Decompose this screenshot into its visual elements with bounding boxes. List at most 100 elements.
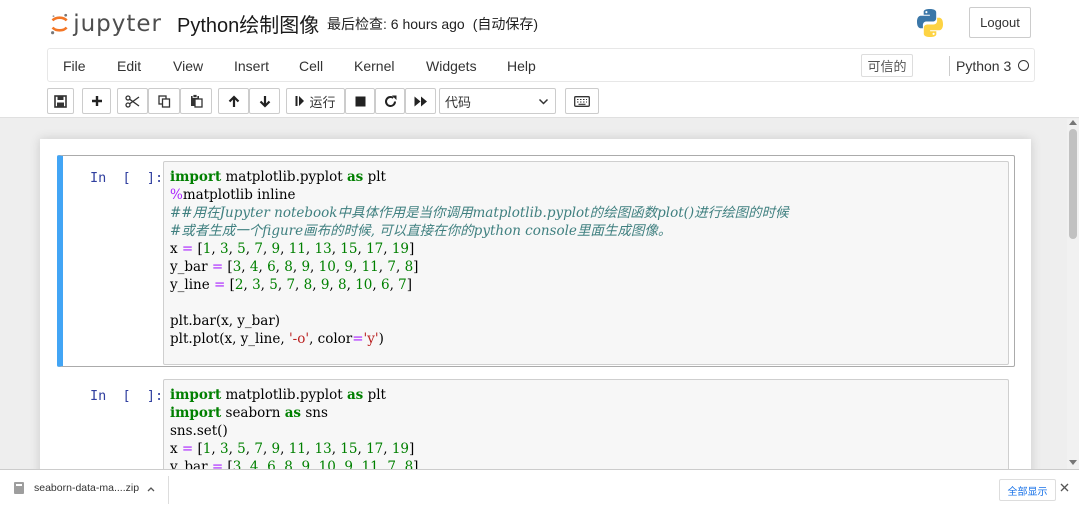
move-up-button[interactable]: [218, 88, 249, 114]
cut-button[interactable]: [117, 88, 148, 114]
code-token: 8: [404, 459, 414, 469]
run-button[interactable]: 运行: [286, 88, 345, 114]
arrow-down-icon: [259, 95, 270, 108]
code-token: as: [346, 169, 364, 185]
menu-view[interactable]: View: [173, 58, 203, 74]
menu-help[interactable]: Help: [507, 58, 536, 74]
code-token: ]: [413, 259, 419, 275]
plus-icon: [91, 96, 102, 106]
code-token: matplotlib inline: [182, 187, 296, 203]
stop-icon: [355, 96, 365, 106]
code-editor[interactable]: import matplotlib.pyplot as plt %matplotl…: [163, 161, 1009, 365]
code-token: ,: [357, 441, 367, 457]
notebook-name[interactable]: Python绘制图像: [177, 9, 319, 38]
code-cell[interactable]: In [ ]: import matplotlib.pyplot as plt i…: [57, 374, 1015, 469]
code-line: ##用在Jupyter notebook中具体作用是当你调用matplotlib…: [170, 204, 789, 222]
code-cell-selected[interactable]: In [ ]: import matplotlib.pyplot as plt%…: [57, 155, 1015, 367]
code-token: ): [378, 331, 384, 347]
code-token: ]: [413, 459, 419, 469]
code-token: ,: [305, 241, 315, 257]
keyboard-icon: [574, 95, 590, 107]
cell-type-select[interactable]: 代码: [439, 88, 556, 114]
code-token: ,: [331, 241, 341, 257]
checkpoint-label: 最后检查: 6 hours ago: [327, 16, 465, 32]
chevron-up-icon[interactable]: [147, 486, 155, 492]
code-line: import matplotlib.pyplot as plt: [170, 386, 386, 404]
trusted-indicator[interactable]: 可信的: [861, 54, 913, 77]
code-token: , color: [309, 331, 353, 347]
notebook-area[interactable]: In [ ]: import matplotlib.pyplot as plt%…: [0, 119, 1079, 469]
menu-kernel[interactable]: Kernel: [354, 58, 394, 74]
code-token: matplotlib.pyplot: [221, 387, 347, 403]
code-token: ,: [353, 459, 362, 469]
code-token: 3: [252, 277, 261, 293]
code-token: ,: [389, 277, 399, 293]
code-token: ,: [280, 241, 289, 257]
code-token: 8: [303, 277, 313, 293]
code-line: import seaborn as sns: [170, 404, 328, 422]
code-token: x: [170, 441, 182, 457]
code-line: x = [1, 3, 5, 7, 9, 11, 13, 15, 17, 19]: [170, 240, 414, 258]
close-icon[interactable]: [1060, 483, 1069, 492]
code-token: sns.set(): [170, 423, 228, 439]
scroll-up-arrow-icon[interactable]: [1069, 120, 1077, 125]
code-token: import: [170, 405, 222, 421]
logout-button[interactable]: Logout: [969, 7, 1031, 38]
menu-widgets[interactable]: Widgets: [426, 58, 477, 74]
code-editor[interactable]: import matplotlib.pyplot as plt import se…: [163, 379, 1009, 469]
jupyter-logo[interactable]: jupyter: [50, 8, 162, 40]
code-token: 3: [232, 259, 242, 275]
restart-icon: [384, 95, 396, 107]
code-line: y_bar = [3, 4, 6, 8, 9, 10, 9, 11, 7, 8]: [170, 258, 418, 276]
menu-cell[interactable]: Cell: [299, 58, 323, 74]
insert-cell-button[interactable]: [82, 88, 111, 114]
code-token: ]: [406, 277, 413, 293]
code-token: 17: [366, 241, 384, 257]
code-token: ,: [275, 259, 285, 275]
save-button[interactable]: [47, 88, 74, 114]
scroll-down-arrow-icon[interactable]: [1069, 460, 1077, 465]
paste-icon: [190, 94, 203, 108]
code-token: 11: [288, 441, 306, 457]
menu-edit[interactable]: Edit: [117, 58, 141, 74]
restart-button[interactable]: [375, 88, 405, 114]
code-token: =: [214, 277, 226, 293]
autosave-label: (自动保存): [472, 16, 539, 32]
code-token: matplotlib.pyplot: [221, 169, 347, 185]
code-token: 'y': [363, 331, 379, 347]
code-token: =: [181, 441, 194, 457]
scroll-thumb[interactable]: [1069, 129, 1077, 239]
code-token: ,: [395, 459, 405, 469]
kernel-name: Python 3: [956, 58, 1012, 74]
code-token: import: [170, 387, 222, 403]
code-token: 3: [219, 441, 229, 457]
restart-run-all-button[interactable]: [405, 88, 436, 114]
code-token: ,: [280, 441, 289, 457]
code-token: ,: [312, 277, 321, 293]
code-token: ,: [262, 241, 272, 257]
code-token: ,: [241, 459, 250, 469]
download-item[interactable]: seaborn-data-ma....zip: [14, 482, 139, 494]
menu-insert[interactable]: Insert: [234, 58, 269, 74]
code-token: 7: [398, 277, 407, 293]
interrupt-button[interactable]: [345, 88, 375, 114]
copy-button[interactable]: [148, 88, 180, 114]
notebook-header: jupyter Python绘制图像 最后检查: 6 hours ago (自动保…: [0, 0, 1079, 118]
copy-icon: [157, 94, 170, 108]
download-bar: seaborn-data-ma....zip 全部显示: [0, 469, 1079, 508]
menu-file[interactable]: File: [63, 58, 86, 74]
run-label: 运行: [309, 94, 336, 110]
code-token: 7: [254, 441, 263, 457]
vertical-scrollbar[interactable]: [1067, 119, 1079, 469]
jupyter-logo-icon: [51, 13, 68, 35]
code-token: ,: [241, 259, 250, 275]
show-all-button[interactable]: 全部显示: [999, 479, 1056, 501]
paste-button[interactable]: [180, 88, 212, 114]
move-down-button[interactable]: [249, 88, 280, 114]
command-palette-button[interactable]: [565, 88, 599, 114]
code-token: 7: [387, 259, 396, 275]
code-token: as: [284, 405, 302, 421]
code-token: ,: [228, 441, 238, 457]
code-token: plt.bar(x, y_bar): [170, 313, 281, 329]
input-prompt: In [ ]:: [90, 388, 164, 404]
